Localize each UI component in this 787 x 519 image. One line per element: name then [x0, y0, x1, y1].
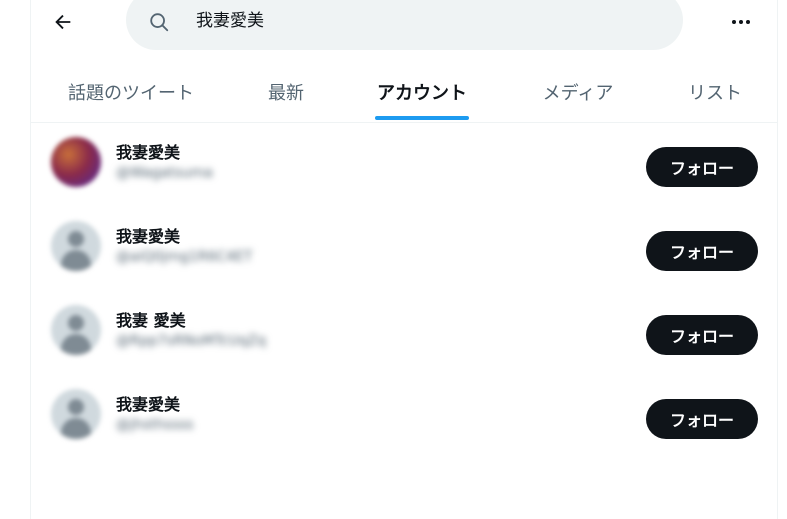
account-handle: @aiQ0jmg1R6C4ET [116, 249, 253, 265]
account-name: 我妻愛美 [116, 143, 181, 162]
follow-button[interactable]: フォロー [646, 147, 758, 187]
account-handle: @Rpp7sRNoMTcUqZq [116, 333, 267, 349]
avatar[interactable] [51, 137, 101, 187]
account-name: 我妻愛美 [116, 227, 181, 246]
active-tab-indicator [375, 116, 469, 120]
search-box[interactable] [126, 0, 683, 50]
avatar[interactable] [51, 389, 101, 439]
back-button[interactable] [46, 5, 80, 39]
back-arrow-icon [55, 14, 71, 30]
tab-top[interactable]: 話題のツイート [31, 62, 231, 122]
avatar[interactable] [51, 305, 101, 355]
avatar[interactable] [51, 221, 101, 271]
search-tabs: 話題のツイート 最新 アカウント メディア リスト [31, 62, 777, 123]
follow-button[interactable]: フォロー [646, 231, 758, 271]
follow-button[interactable]: フォロー [646, 315, 758, 355]
account-name: 我妻 愛美 [116, 311, 186, 330]
more-icon [731, 20, 752, 24]
tab-lists[interactable]: リスト [653, 62, 777, 122]
account-name: 我妻愛美 [116, 395, 181, 414]
search-input[interactable] [196, 8, 636, 28]
follow-button[interactable]: フォロー [646, 399, 758, 439]
account-row[interactable]: 我妻愛美 @jhsthssss フォロー [31, 377, 777, 461]
tab-latest[interactable]: 最新 [231, 62, 341, 122]
account-row[interactable]: 我妻愛美 @Wagatsuma フォロー [31, 125, 777, 209]
account-row[interactable]: 我妻 愛美 @Rpp7sRNoMTcUqZq フォロー [31, 293, 777, 377]
search-icon [150, 13, 169, 32]
more-options-button[interactable] [723, 4, 759, 40]
account-handle: @Wagatsuma [116, 165, 213, 181]
account-handle: @jhsthssss [116, 417, 194, 433]
tab-media[interactable]: メディア [503, 62, 653, 122]
tab-accounts[interactable]: アカウント [341, 62, 503, 122]
account-row[interactable]: 我妻愛美 @aiQ0jmg1R6C4ET フォロー [31, 209, 777, 293]
